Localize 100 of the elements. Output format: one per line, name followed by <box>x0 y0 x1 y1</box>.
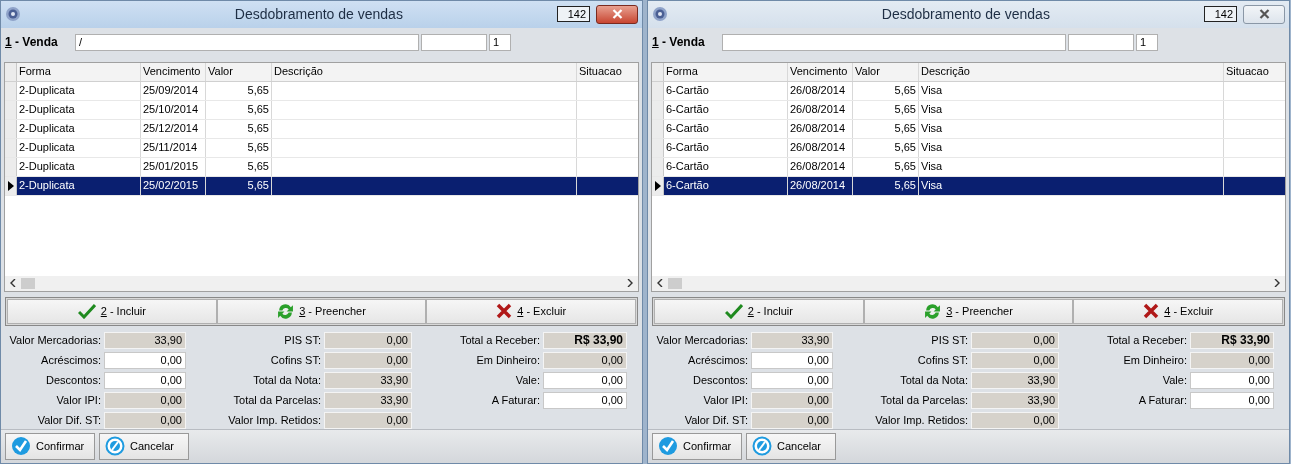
table-cell: 26/08/2014 <box>790 103 846 116</box>
table-cell: 5,65 <box>894 160 916 173</box>
amount-field[interactable]: 0,00 <box>543 351 627 369</box>
field-label: Valor Dif. ST: <box>36 414 101 427</box>
table-cell: 2-Duplicata <box>19 160 75 173</box>
table-cell: 5,65 <box>247 179 269 192</box>
table-cell: 5,65 <box>247 141 269 154</box>
window-title: Desdobramento de vendas <box>233 6 404 23</box>
close-button[interactable] <box>596 4 638 24</box>
table-cell: 25/02/2015 <box>143 179 199 192</box>
table-cell: 26/08/2014 <box>790 84 846 97</box>
sale-label: 1 - Venda <box>5 35 59 50</box>
gear-icon <box>652 6 668 23</box>
delete-button[interactable]: 4 - Excluir <box>426 298 636 324</box>
row-header-cell[interactable] <box>5 158 17 177</box>
table-cell: Visa <box>921 84 943 97</box>
row-header-cell[interactable] <box>652 82 664 101</box>
table-row[interactable]: 2-Duplicata 25/02/2015 5,65 <box>5 177 638 197</box>
gear-icon <box>5 6 21 23</box>
table-row[interactable]: 2-Duplicata 25/09/2014 5,65 <box>5 82 638 102</box>
row-pointer-icon <box>7 181 14 192</box>
row-header-cell[interactable] <box>652 139 664 158</box>
amount-field[interactable]: 0,00 <box>104 391 186 409</box>
table-cell: 6-Cartão <box>666 141 709 154</box>
row-header-cell[interactable] <box>5 177 17 196</box>
table-row[interactable]: 2-Duplicata 25/12/2014 5,65 <box>5 120 638 140</box>
amount-field[interactable]: 0,00 <box>543 371 627 389</box>
row-header-cell[interactable] <box>652 158 664 177</box>
x-icon <box>496 303 513 320</box>
close-icon <box>611 9 623 20</box>
column-header[interactable]: Descrição <box>919 63 1224 82</box>
row-header-cell[interactable] <box>652 101 664 120</box>
table-cell: 25/12/2014 <box>143 122 199 135</box>
column-header[interactable]: Situacao <box>1224 63 1285 82</box>
column-header[interactable]: Descrição <box>272 63 577 82</box>
field-label: PIS ST: <box>283 334 321 347</box>
scroll-thumb[interactable] <box>21 277 35 289</box>
amount-field[interactable]: 0,00 <box>104 371 186 389</box>
cancel-button[interactable]: Cancelar <box>99 432 189 460</box>
amount-field[interactable]: R$ 33,90 <box>543 331 627 349</box>
amount-field[interactable]: 33,90 <box>104 331 186 349</box>
confirm-button[interactable]: Confirmar <box>5 432 95 460</box>
column-header[interactable]: Situacao <box>577 63 638 82</box>
column-header[interactable]: Forma <box>664 63 788 82</box>
sale-field[interactable] <box>421 33 487 51</box>
counter-badge: 142 <box>556 6 590 23</box>
field-label: Cofins ST: <box>269 354 321 367</box>
table-cell: Visa <box>921 160 943 173</box>
row-header-cell[interactable] <box>652 120 664 139</box>
table-cell: 25/09/2014 <box>143 84 199 97</box>
field-label: Valor Mercadorias: <box>655 334 748 347</box>
table-cell: 26/08/2014 <box>790 141 846 154</box>
field-label: Acréscimos: <box>40 354 101 367</box>
row-header-cell[interactable] <box>5 139 17 158</box>
field-label: Total da Parcelas: <box>232 394 321 407</box>
column-header[interactable]: Vencimento <box>141 63 206 82</box>
scroll-thumb[interactable] <box>668 277 682 289</box>
field-label: Vale: <box>514 374 540 387</box>
fill-button[interactable]: 3 - Preencher <box>216 298 427 324</box>
column-header[interactable]: Vencimento <box>788 63 853 82</box>
amount-field[interactable]: 0,00 <box>104 351 186 369</box>
field-label: Cofins ST: <box>916 354 968 367</box>
table-cell: 6-Cartão <box>666 103 709 116</box>
field-label: Descontos: <box>44 374 101 387</box>
table-cell: 25/10/2014 <box>143 103 199 116</box>
field-label: Total da Nota: <box>252 374 321 387</box>
column-header[interactable]: Forma <box>17 63 141 82</box>
horizontal-scrollbar[interactable] <box>5 275 638 291</box>
amount-field[interactable]: 33,90 <box>324 391 412 409</box>
table-cell: 2-Duplicata <box>19 179 75 192</box>
sale-field[interactable]: / <box>75 33 419 51</box>
table-cell: 5,65 <box>894 179 916 192</box>
amount-field[interactable]: 0,00 <box>324 331 412 349</box>
add-button[interactable]: 2 - Incluir <box>7 298 217 324</box>
amount-field[interactable]: 0,00 <box>104 411 186 429</box>
amount-field[interactable]: 0,00 <box>324 351 412 369</box>
table-cell: 26/08/2014 <box>790 160 846 173</box>
table-cell: 5,65 <box>247 103 269 116</box>
table-cell: 5,65 <box>894 141 916 154</box>
table-cell: Visa <box>921 103 943 116</box>
amount-field[interactable]: 33,90 <box>324 371 412 389</box>
table-cell: 6-Cartão <box>666 122 709 135</box>
field-label: Total da Nota: <box>899 374 968 387</box>
row-header-cell[interactable] <box>5 82 17 101</box>
column-header[interactable]: Valor <box>853 63 919 82</box>
amount-field[interactable]: 0,00 <box>324 411 412 429</box>
table-row[interactable]: 2-Duplicata 25/10/2014 5,65 <box>5 101 638 121</box>
row-header-cell[interactable] <box>5 101 17 120</box>
table-cell: 5,65 <box>247 84 269 97</box>
row-header-cell[interactable] <box>652 177 664 196</box>
sale-field[interactable]: 1 <box>489 33 511 51</box>
table-cell: 5,65 <box>894 122 916 135</box>
table-row[interactable]: 2-Duplicata 25/11/2014 5,65 <box>5 139 638 159</box>
column-header[interactable]: Valor <box>206 63 272 82</box>
table-cell: 6-Cartão <box>666 160 709 173</box>
check-circle-icon <box>11 436 31 457</box>
amount-field[interactable]: 0,00 <box>543 391 627 409</box>
row-header-cell[interactable] <box>5 120 17 139</box>
table-cell: 2-Duplicata <box>19 122 75 135</box>
field-label: Total a Receber: <box>1105 334 1187 347</box>
